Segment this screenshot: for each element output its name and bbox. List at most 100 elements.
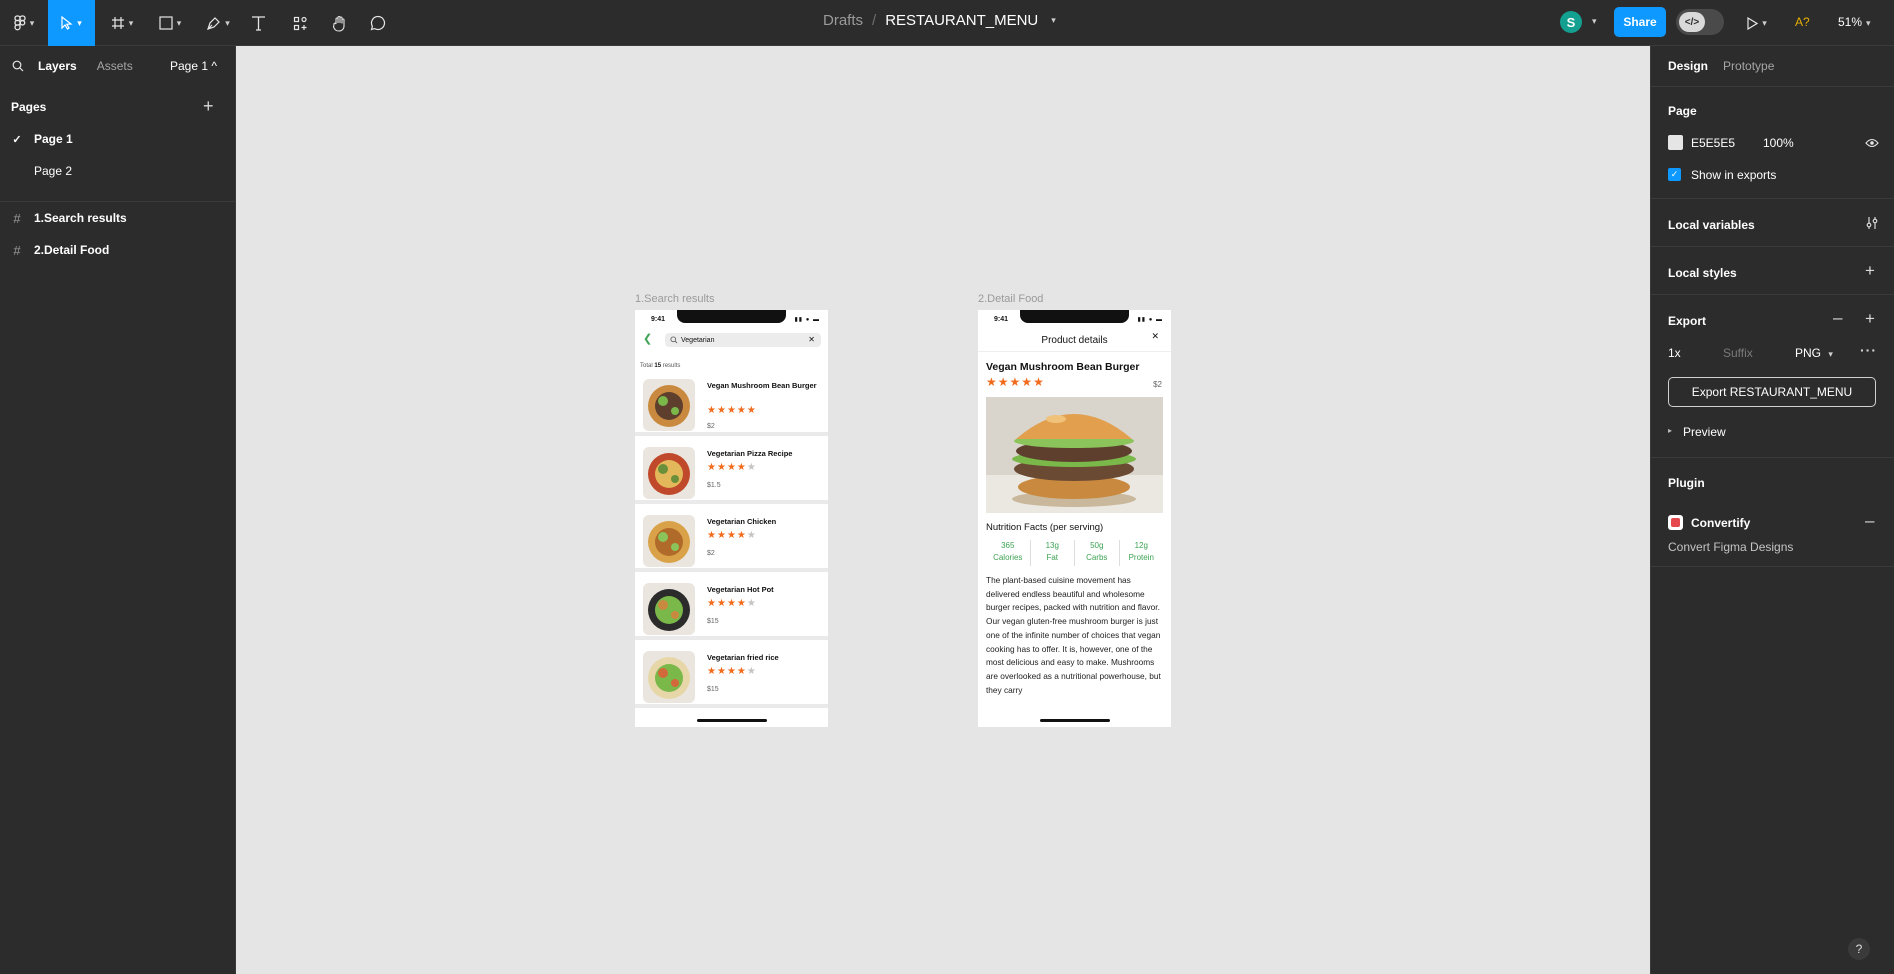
shape-tool-button[interactable]: ▾ <box>152 0 188 46</box>
play-icon <box>1747 16 1759 30</box>
nutrition-value: 50g <box>1090 541 1104 550</box>
page-color-swatch[interactable] <box>1668 135 1683 150</box>
close-icon[interactable]: ✕ <box>1151 331 1159 342</box>
list-item[interactable]: Vegetarian Hot Pot ★★★★★ $15 <box>635 578 828 640</box>
comment-tool-button[interactable] <box>366 0 390 46</box>
star-icon: ★ <box>986 375 998 389</box>
avatar[interactable]: S <box>1560 11 1582 33</box>
layer-item-search-results[interactable]: # 1.Search results <box>0 203 236 233</box>
eye-icon[interactable] <box>1865 138 1879 148</box>
text-icon <box>251 16 265 31</box>
back-arrow-icon[interactable]: ❮ <box>643 332 652 345</box>
export-format-select[interactable]: PNG ▾ <box>1795 346 1833 360</box>
notch <box>1020 310 1129 323</box>
rectangle-icon <box>159 16 173 30</box>
frame-tool-button[interactable]: ▾ <box>104 0 140 46</box>
detail-food-frame[interactable]: 9:41 ▮▮ ● ▬ Product details ✕ Vegan Mush… <box>978 310 1171 727</box>
plugin-name[interactable]: Convertify <box>1691 516 1750 530</box>
status-time: 9:41 <box>994 316 1009 323</box>
file-title[interactable]: Drafts / RESTAURANT_MENU ▾ <box>823 12 1056 29</box>
main-menu-button[interactable]: ▾ <box>4 0 44 46</box>
share-button[interactable]: Share <box>1614 7 1666 37</box>
search-input[interactable]: Vegetarian ✕ <box>665 333 821 347</box>
list-item[interactable]: Vegetarian Chicken ★★★★★ $2 <box>635 510 828 572</box>
nutrition-fat: 13g Fat <box>1031 540 1075 566</box>
signal-battery-icon: ▮▮ ● ▬ <box>1137 317 1163 323</box>
font-warning-indicator[interactable]: A? <box>1795 15 1810 29</box>
item-rating: ★★★★★ <box>707 530 757 541</box>
variables-icon[interactable] <box>1865 216 1879 230</box>
frame-label-detail-food[interactable]: 2.Detail Food <box>978 293 1043 305</box>
food-image <box>643 515 695 567</box>
food-image <box>643 651 695 703</box>
star-icon: ★ <box>746 530 757 541</box>
tab-prototype[interactable]: Prototype <box>1723 59 1774 73</box>
chevron-down-icon[interactable]: ▾ <box>1592 16 1597 27</box>
chevron-down-icon: ▾ <box>29 17 35 28</box>
search-icon[interactable] <box>12 60 24 72</box>
list-item[interactable]: Vegan Mushroom Bean Burger ★★★★★ $2 <box>635 374 828 436</box>
food-image <box>643 447 695 499</box>
text-tool-button[interactable] <box>246 0 270 46</box>
canvas[interactable]: 1.Search results 2.Detail Food 9:41 ▮▮ ●… <box>236 46 1650 974</box>
tab-layers[interactable]: Layers <box>38 59 77 73</box>
search-results-frame[interactable]: 9:41 ▮▮ ● ▬ ❮ Vegetarian ✕ Total 15 resu… <box>635 310 828 727</box>
star-icon: ★ <box>707 405 717 416</box>
star-icon: ★ <box>1021 375 1034 389</box>
remove-export-icon[interactable]: – <box>1833 308 1842 328</box>
layer-item-detail-food[interactable]: # 2.Detail Food <box>0 235 236 265</box>
star-icon: ★ <box>726 666 737 677</box>
plugin-description: Convert Figma Designs <box>1668 540 1794 554</box>
tab-design[interactable]: Design <box>1668 59 1708 73</box>
help-button[interactable]: ? <box>1848 938 1870 960</box>
pen-tool-button[interactable]: ▾ <box>200 0 236 46</box>
export-button[interactable]: Export RESTAURANT_MENU <box>1668 377 1876 407</box>
tab-assets[interactable]: Assets <box>97 59 133 73</box>
page-item-label: Page 1 <box>34 132 73 146</box>
export-suffix-input[interactable]: Suffix <box>1723 346 1753 360</box>
right-panel-tabs: Design Prototype <box>1668 59 1774 73</box>
page-item-page-1[interactable]: ✓ Page 1 <box>0 124 236 154</box>
remove-plugin-icon[interactable]: – <box>1865 511 1874 531</box>
local-styles-heading: Local styles <box>1668 266 1737 280</box>
dev-mode-toggle[interactable]: </> <box>1676 9 1724 35</box>
add-page-icon[interactable]: + <box>203 96 214 117</box>
add-style-icon[interactable]: + <box>1865 261 1875 281</box>
star-icon: ★ <box>1009 375 1022 389</box>
page-item-page-2[interactable]: Page 2 <box>0 156 236 186</box>
clear-icon[interactable]: ✕ <box>808 335 815 344</box>
pen-icon <box>207 16 221 30</box>
page-color-value[interactable]: E5E5E5 <box>1691 136 1735 150</box>
chevron-down-icon: ▾ <box>225 17 230 28</box>
food-thumbnail <box>643 651 695 703</box>
export-scale[interactable]: 1x <box>1668 346 1681 360</box>
hand-tool-button[interactable] <box>328 0 352 46</box>
frame-label-search-results[interactable]: 1.Search results <box>635 293 714 305</box>
code-icon: </> <box>1679 12 1705 32</box>
detail-header: Product details <box>978 330 1171 352</box>
frame-icon: # <box>13 242 21 258</box>
page-selector[interactable]: Page 1 ^ <box>170 59 217 73</box>
present-button[interactable]: ▾ <box>1740 0 1774 46</box>
nutrition-label: Carbs <box>1086 553 1108 562</box>
resources-button[interactable] <box>288 0 312 46</box>
list-item[interactable]: Vegetarian fried rice ★★★★★ $15 <box>635 646 828 708</box>
star-icon: ★ <box>746 405 757 416</box>
food-image <box>643 583 695 635</box>
preview-toggle[interactable]: Preview <box>1683 425 1726 439</box>
chevron-down-icon[interactable]: ▾ <box>1051 15 1056 26</box>
star-icon: ★ <box>716 666 727 677</box>
move-tool-button[interactable]: ▾ <box>48 0 95 46</box>
expand-triangle-icon[interactable]: ▸ <box>1668 426 1672 435</box>
more-options-icon[interactable]: ··· <box>1860 342 1877 358</box>
page-opacity-value[interactable]: 100% <box>1763 136 1794 150</box>
zoom-level[interactable]: 51% ▾ <box>1838 15 1871 29</box>
status-bar: 9:41 ▮▮ ● ▬ <box>635 310 828 324</box>
file-name[interactable]: RESTAURANT_MENU <box>885 12 1038 29</box>
list-item[interactable]: Vegetarian Pizza Recipe ★★★★★ $1.5 <box>635 442 828 504</box>
burger-image <box>986 397 1163 513</box>
add-export-icon[interactable]: + <box>1865 309 1875 329</box>
breadcrumb-drafts[interactable]: Drafts <box>823 12 863 29</box>
show-in-exports-checkbox[interactable]: ✓ <box>1668 168 1681 181</box>
star-icon: ★ <box>716 405 727 416</box>
